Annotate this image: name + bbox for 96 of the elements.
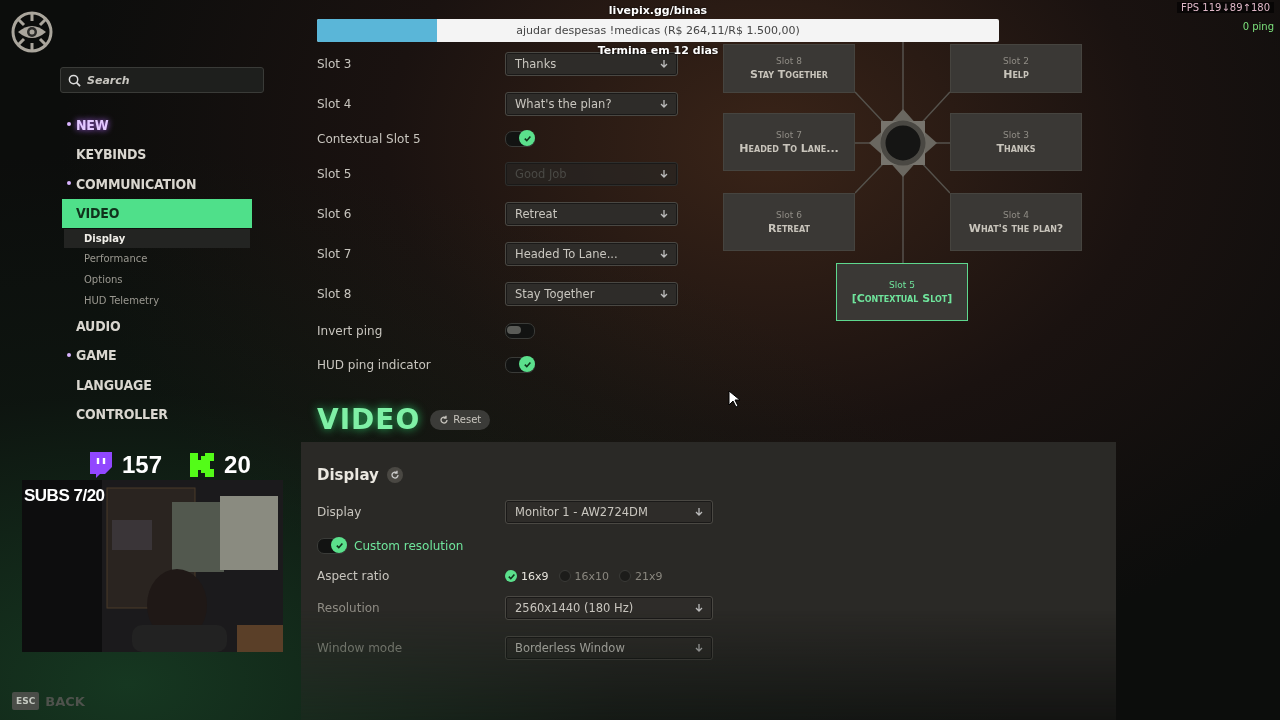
radio-option[interactable]: 16x10 — [558, 569, 610, 583]
nav-item[interactable]: KEYBINDS — [66, 139, 266, 169]
toggle-switch[interactable] — [505, 131, 535, 147]
kick-icon — [190, 453, 215, 477]
slot-label: Stay Together — [750, 68, 828, 81]
new-dot-icon — [67, 181, 71, 185]
slot-label: Help — [1003, 68, 1029, 81]
dropdown[interactable]: Monitor 1 - AW2724DM — [505, 500, 713, 524]
dropdown[interactable]: Retreat — [505, 202, 678, 226]
slot-number: Slot 3 — [1003, 129, 1029, 140]
setting-label: Contextual Slot 5 — [317, 132, 422, 146]
slot-label: Thanks — [996, 141, 1036, 155]
setting-label: Invert ping — [317, 324, 384, 338]
ping-slot[interactable]: Slot 3 Thanks — [950, 113, 1082, 171]
check-icon — [522, 133, 532, 143]
nav-item[interactable]: NEW — [66, 110, 266, 140]
subnav-item[interactable]: Display — [64, 229, 250, 248]
ping-slot[interactable]: Slot 7 Headed To Lane... — [723, 113, 855, 171]
new-dot-icon — [67, 352, 71, 357]
key-hint: ESC — [12, 692, 40, 710]
nav-item[interactable]: GAME — [66, 340, 266, 370]
ping-slot[interactable]: Slot 4 What's the plan? — [950, 193, 1082, 251]
ping-slot[interactable]: Slot 2 Help — [950, 44, 1082, 93]
ping-slot[interactable]: Slot 6 Retreat — [723, 193, 855, 251]
setting-label: Display — [317, 505, 363, 519]
ping-reading: 0 ping — [1242, 21, 1274, 32]
slot-label: What's the plan? — [968, 221, 1064, 235]
nav-item[interactable]: COMMUNICATION — [66, 169, 266, 199]
setting-label: Slot 7 — [317, 247, 353, 261]
reset-button[interactable]: Reset — [430, 409, 491, 430]
ping-slot[interactable]: Slot 8 Stay Together — [723, 44, 855, 93]
nav-item[interactable]: LANGUAGE — [66, 370, 266, 400]
slot-number: Slot 6 — [776, 209, 802, 220]
dropdown[interactable]: 2560x1440 (180 Hz) — [505, 596, 713, 620]
setting-label: Custom resolution — [354, 539, 465, 553]
nav-item[interactable]: CONTROLLER — [66, 399, 266, 429]
dropdown[interactable]: Headed To Lane... — [505, 242, 678, 266]
arrow-down-icon — [694, 603, 704, 613]
toggle-switch[interactable] — [505, 357, 535, 373]
check-icon — [506, 571, 516, 581]
subnav-item[interactable]: HUD Telemetry — [84, 290, 234, 311]
goal-text: ajudar despesas !medicas (R$ 264,11/R$ 1.500,00) — [516, 24, 800, 37]
arrow-down-icon — [659, 289, 669, 299]
section-title: VIDEO — [317, 403, 421, 436]
setting-label: Aspect ratio — [317, 569, 391, 583]
slot-label: Headed To Lane... — [739, 141, 839, 155]
subnav-item[interactable]: Performance — [84, 248, 234, 269]
slot-label: Retreat — [767, 221, 810, 235]
toggle-switch[interactable] — [505, 323, 535, 339]
logo-icon — [10, 10, 54, 54]
subs-counter: SUBS 7/20 — [24, 486, 105, 506]
arrow-down-icon — [659, 249, 669, 259]
setting-label: Slot 5 — [317, 167, 353, 181]
arrow-down-icon — [659, 209, 669, 219]
setting-label: Resolution — [317, 601, 381, 615]
setting-label: Slot 8 — [317, 287, 353, 301]
fps-counter: FPS 119↓89↑180 — [1177, 2, 1274, 13]
panel-title: Display — [317, 466, 379, 484]
reset-icon — [439, 414, 450, 425]
twitch-icon — [88, 452, 112, 478]
setting-label: Slot 3 — [317, 57, 353, 71]
slot-number: Slot 8 — [776, 56, 802, 66]
setting-label: HUD ping indicator — [317, 358, 432, 372]
hub-icon — [867, 107, 939, 179]
slot-number: Slot 2 — [1003, 56, 1029, 66]
subnav-item[interactable]: Options — [84, 269, 234, 290]
new-dot-icon — [67, 122, 71, 126]
arrow-down-icon — [659, 59, 669, 69]
slot-number: Slot 7 — [776, 129, 802, 140]
arrow-down-icon — [694, 507, 704, 517]
radio-option[interactable]: 16x9 — [505, 569, 549, 583]
arrow-down-icon — [659, 169, 669, 179]
arrow-down-icon — [659, 99, 669, 109]
ping-slot[interactable]: Slot 5 [Contextual Slot] — [836, 263, 968, 321]
nav-item[interactable]: AUDIO — [66, 311, 266, 341]
toggle-switch[interactable] — [317, 538, 347, 554]
arrow-down-icon — [694, 643, 704, 653]
setting-label: Window mode — [317, 641, 404, 655]
check-icon — [334, 540, 344, 550]
radio-option[interactable]: 21x9 — [619, 569, 663, 583]
reset-icon[interactable] — [386, 467, 403, 483]
nav-item[interactable]: VIDEO — [62, 198, 252, 228]
setting-label: Slot 4 — [317, 97, 353, 111]
viewer-count: 20 — [224, 451, 251, 479]
viewer-count: 157 — [122, 451, 163, 479]
search-field[interactable]: Search — [60, 67, 264, 93]
dropdown[interactable]: Borderless Window — [505, 636, 713, 660]
dropdown[interactable]: What's the plan? — [505, 92, 678, 116]
slot-number: Slot 4 — [1003, 209, 1029, 220]
slot-number: Slot 5 — [889, 279, 915, 290]
setting-label: Slot 6 — [317, 207, 353, 221]
check-icon — [522, 359, 532, 369]
cursor-icon — [728, 390, 740, 408]
dropdown[interactable]: Stay Together — [505, 282, 678, 306]
search-icon — [68, 74, 81, 87]
slot-label: [Contextual Slot] — [851, 291, 953, 305]
